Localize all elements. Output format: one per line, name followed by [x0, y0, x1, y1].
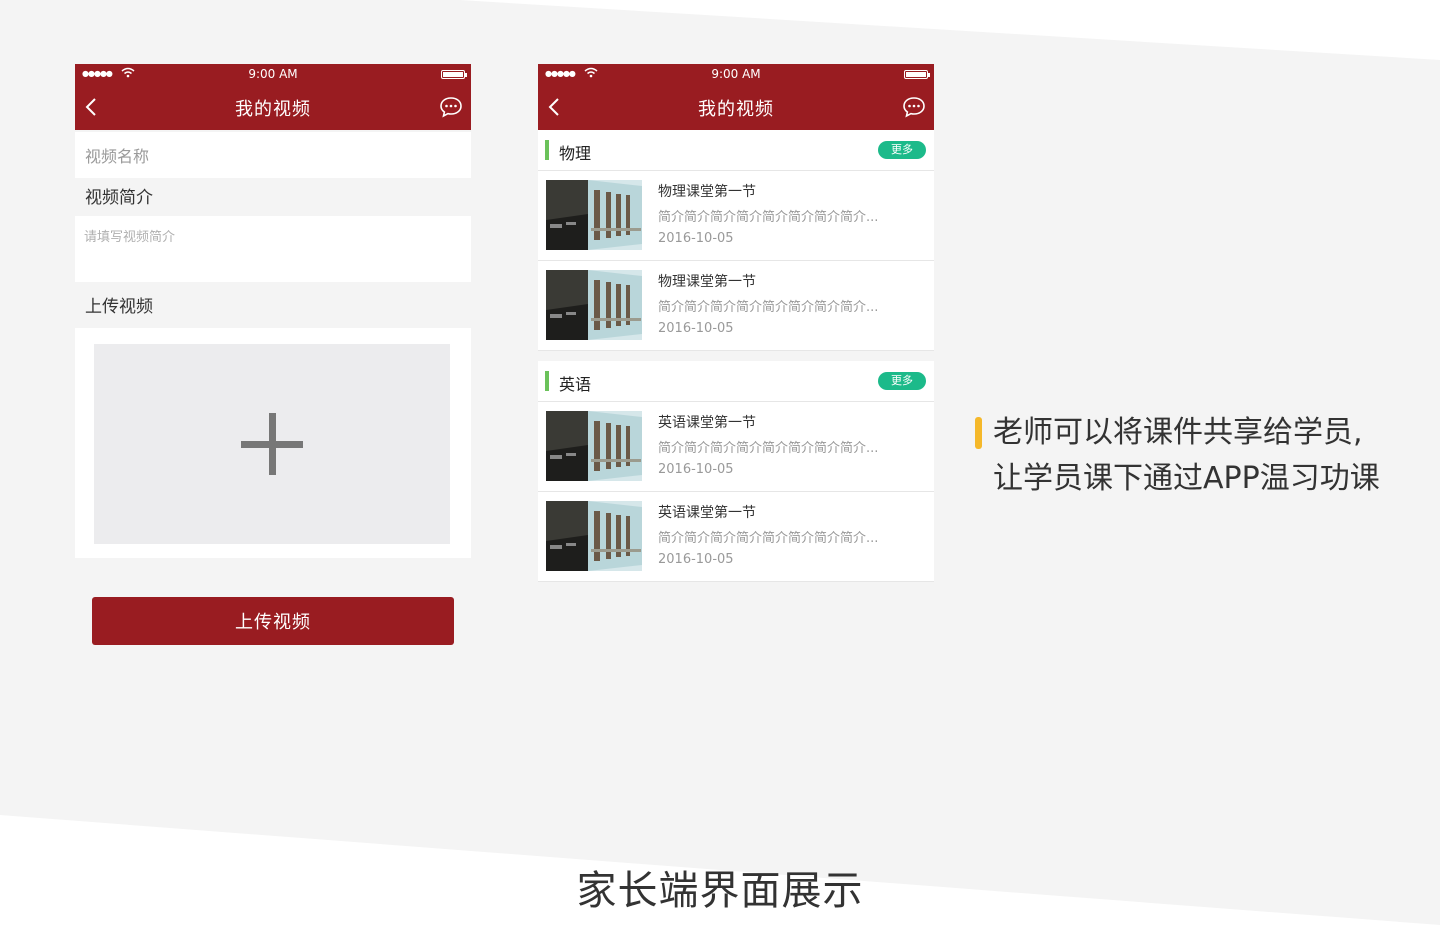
battery-icon	[441, 70, 467, 79]
app-header: ●●●●● 9:00 AM 我的视频	[538, 64, 934, 130]
message-icon[interactable]	[439, 96, 463, 118]
video-date: 2016-10-05	[658, 552, 734, 567]
group-header: 英语 更多	[538, 361, 934, 402]
group-title: 物理	[559, 144, 592, 163]
video-list-item[interactable]: 物理课堂第一节 简介简介简介简介简介简介简介简介... 2016-10-05	[538, 261, 934, 351]
status-bar: ●●●●● 9:00 AM	[75, 64, 471, 86]
video-list-item[interactable]: 物理课堂第一节 简介简介简介简介简介简介简介简介... 2016-10-05	[538, 171, 934, 261]
battery-icon	[904, 70, 930, 79]
group-accent-bar	[545, 140, 549, 160]
message-icon[interactable]	[902, 96, 926, 118]
video-thumbnail	[546, 270, 642, 340]
plus-icon-horizontal	[241, 441, 303, 448]
app-header: ●●●●● 9:00 AM 我的视频	[75, 64, 471, 130]
my-videos-screen: ●●●●● 9:00 AM 我的视频 物理 更多 物理课堂第一节 简介简介简介简…	[538, 64, 934, 582]
upload-dropzone[interactable]	[94, 344, 450, 544]
upload-video-label: 上传视频	[85, 297, 153, 317]
video-intro-textarea[interactable]: 请填写视频简介	[75, 216, 471, 282]
status-time: 9:00 AM	[248, 67, 298, 81]
video-description: 简介简介简介简介简介简介简介简介...	[658, 441, 879, 456]
video-title: 英语课堂第一节	[658, 415, 756, 431]
page-title: 我的视频	[235, 99, 311, 120]
video-date: 2016-10-05	[658, 231, 734, 246]
video-description: 简介简介简介简介简介简介简介简介...	[658, 210, 879, 225]
video-title: 物理课堂第一节	[658, 274, 756, 290]
more-button[interactable]: 更多	[878, 141, 926, 159]
more-button[interactable]: 更多	[878, 372, 926, 390]
video-title: 英语课堂第一节	[658, 505, 756, 521]
caption-accent-bar	[975, 417, 982, 449]
video-intro-label: 视频简介	[85, 188, 153, 208]
video-group-physics: 物理 更多 物理课堂第一节 简介简介简介简介简介简介简介简介... 2016-1…	[538, 130, 934, 351]
upload-container	[75, 328, 471, 558]
caption-line-1: 老师可以将课件共享给学员,	[993, 415, 1363, 450]
section-title: 家长端界面展示	[576, 868, 864, 914]
video-thumbnail	[546, 501, 642, 571]
video-group-english: 英语 更多 英语课堂第一节 简介简介简介简介简介简介简介简介... 2016-1…	[538, 361, 934, 582]
upload-video-screen: ●●●●● 9:00 AM 我的视频 视频名称 视频简介 请填写视频简介 上传视…	[75, 64, 471, 645]
status-time: 9:00 AM	[711, 67, 761, 81]
video-title: 物理课堂第一节	[658, 184, 756, 200]
upload-video-button[interactable]: 上传视频	[92, 597, 454, 645]
video-name-input[interactable]: 视频名称	[75, 132, 471, 178]
video-description: 简介简介简介简介简介简介简介简介...	[658, 300, 879, 315]
group-accent-bar	[545, 371, 549, 391]
page-title: 我的视频	[698, 99, 774, 120]
group-header: 物理 更多	[538, 130, 934, 171]
video-thumbnail	[546, 180, 642, 250]
feature-caption: 老师可以将课件共享给学员, 让学员课下通过APP温习功课	[993, 410, 1380, 502]
status-bar: ●●●●● 9:00 AM	[538, 64, 934, 86]
video-description: 简介简介简介简介简介简介简介简介...	[658, 531, 879, 546]
video-date: 2016-10-05	[658, 462, 734, 477]
video-intro-placeholder: 请填写视频简介	[84, 230, 176, 245]
video-thumbnail	[546, 411, 642, 481]
caption-line-2: 让学员课下通过APP温习功课	[993, 461, 1380, 496]
video-list-item[interactable]: 英语课堂第一节 简介简介简介简介简介简介简介简介... 2016-10-05	[538, 402, 934, 492]
video-date: 2016-10-05	[658, 321, 734, 336]
group-title: 英语	[559, 375, 592, 394]
video-name-placeholder: 视频名称	[85, 147, 150, 166]
video-list-item[interactable]: 英语课堂第一节 简介简介简介简介简介简介简介简介... 2016-10-05	[538, 492, 934, 582]
